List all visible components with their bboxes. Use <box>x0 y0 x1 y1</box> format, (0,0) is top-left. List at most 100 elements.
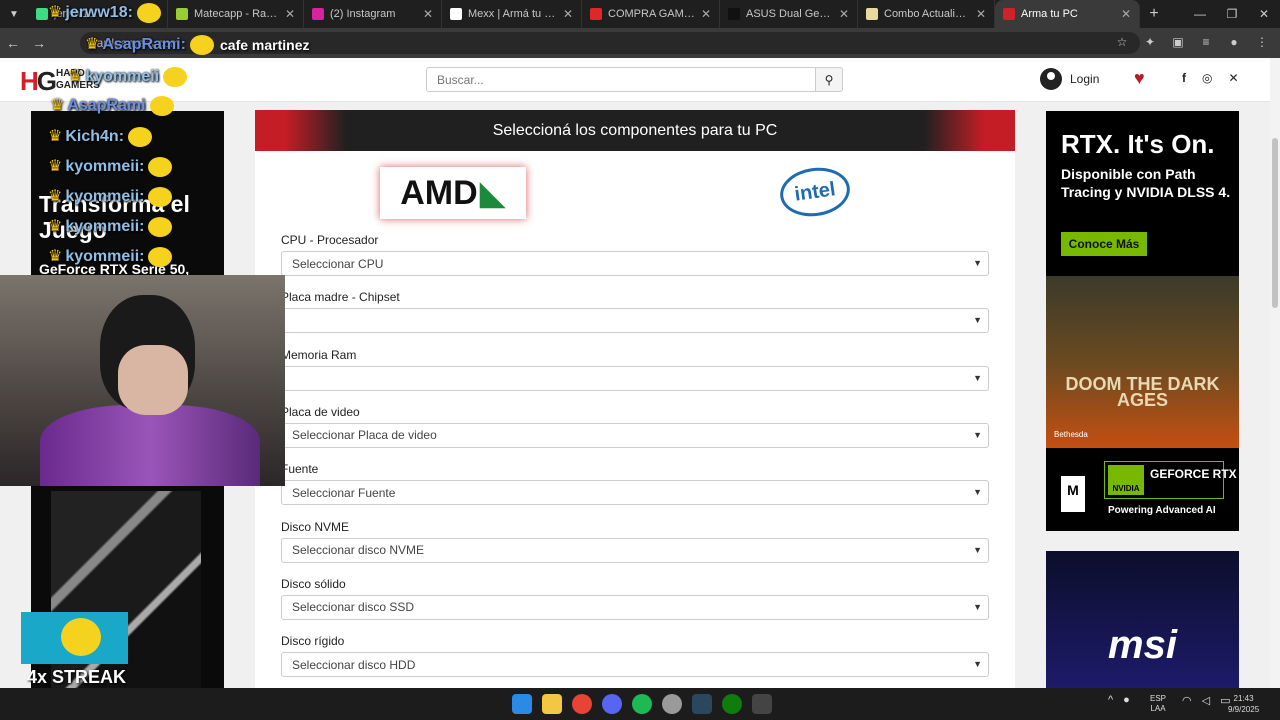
facebook-icon[interactable]: f <box>1182 71 1186 85</box>
more-menu-icon[interactable]: ⋮ <box>1254 34 1270 50</box>
tab-label: COMPRA GAMER <box>608 8 695 20</box>
component-select[interactable]: ▼ <box>281 365 989 391</box>
select-value: Seleccionar disco HDD <box>292 657 416 672</box>
powering-ai-text: Powering Advanced AI <box>1108 505 1216 516</box>
wifi-icon[interactable]: ◠ <box>1182 694 1192 707</box>
back-icon[interactable]: ← <box>0 35 26 51</box>
crown-badge-icon: ♛ <box>48 188 63 205</box>
crown-badge-icon: ♛ <box>50 97 65 114</box>
tab-close-icon[interactable]: ✕ <box>1121 7 1131 21</box>
browser-tab[interactable]: (2) Instagram ✕ <box>304 0 442 28</box>
streamer-name: cafe martinez <box>220 37 310 53</box>
chevron-down-icon: ▼ <box>973 372 982 383</box>
clock-date: 9/9/2025 <box>1228 705 1260 714</box>
scrollbar-thumb[interactable] <box>1272 138 1278 308</box>
intel-brand-button[interactable]: intel <box>777 163 853 221</box>
minimize-icon[interactable]: — <box>1184 7 1216 21</box>
tab-label: Combo Actualización Ryz <box>884 8 970 20</box>
component-select[interactable]: Seleccionar disco NVME ▼ <box>281 537 989 563</box>
forward-icon[interactable]: → <box>26 35 52 51</box>
browser-tab[interactable]: COMPRA GAMER ✕ <box>582 0 720 28</box>
tab-close-icon[interactable]: ✕ <box>976 7 986 21</box>
tab-close-icon[interactable]: ✕ <box>839 7 849 21</box>
instagram-icon[interactable]: ◎ <box>1202 71 1212 85</box>
bookmark-star-icon[interactable]: ☆ <box>1114 34 1130 50</box>
page-scrollbar[interactable] <box>1270 58 1280 688</box>
user-icon <box>1040 68 1062 90</box>
chat-message: ♛ kyommeii <box>68 66 188 87</box>
clock[interactable]: 21:43 9/9/2025 <box>1228 693 1259 715</box>
windows-start-icon[interactable] <box>512 694 532 714</box>
streak-emote-icon <box>21 612 128 664</box>
amd-brand-button[interactable]: AMD ◣ <box>380 167 526 219</box>
emote-icon <box>148 246 173 267</box>
puzzle-icon[interactable]: ▣ <box>1170 34 1186 50</box>
app-icon[interactable] <box>752 694 772 714</box>
microphone-icon[interactable]: ● <box>1123 694 1130 706</box>
chat-message: ♛ kyommeii: <box>48 156 173 177</box>
taskbar-apps <box>512 694 772 714</box>
login-link[interactable]: Login <box>1040 68 1099 90</box>
reading-list-icon[interactable]: ≡ <box>1198 34 1214 50</box>
pc-builder-panel: Seleccioná los componentes para tu PC AM… <box>255 110 1015 690</box>
windows-taskbar: ^ ● ESP LAA ◠ ◁ ▭ 21:43 9/9/2025 <box>0 688 1280 720</box>
field-label: Disco rígido <box>281 634 345 649</box>
browser-tab[interactable]: Mexx | Armá tu PC ✕ <box>442 0 582 28</box>
close-window-icon[interactable]: ✕ <box>1248 7 1280 21</box>
tab-favicon-icon <box>450 8 462 20</box>
chevron-down-icon: ▼ <box>973 258 982 268</box>
language-indicator[interactable]: ESP LAA <box>1150 694 1166 714</box>
component-select[interactable]: Seleccionar Fuente ▼ <box>281 480 989 506</box>
restore-icon[interactable]: ❐ <box>1216 7 1248 21</box>
component-select[interactable]: Seleccionar disco SSD ▼ <box>281 594 989 620</box>
tab-close-icon[interactable]: ✕ <box>285 7 295 21</box>
select-value: Seleccionar Placa de video <box>292 428 437 443</box>
discord-icon[interactable] <box>602 694 622 714</box>
profile-icon[interactable]: ● <box>1226 34 1242 50</box>
chat-username: kyommeii: <box>65 218 145 235</box>
component-select[interactable]: ▼ <box>281 308 989 334</box>
tab-search-icon[interactable]: ▼ <box>0 0 28 28</box>
steam-icon[interactable] <box>692 694 712 714</box>
obs-icon[interactable] <box>662 694 682 714</box>
new-tab-button[interactable]: + <box>1140 5 1168 23</box>
tab-close-icon[interactable]: ✕ <box>423 7 433 21</box>
component-select[interactable]: Seleccionar disco HDD ▼ <box>281 652 989 678</box>
component-select[interactable]: Seleccionar Placa de video ▼ <box>281 422 989 448</box>
doom-title: DOOM THE DARK AGES <box>1065 374 1220 410</box>
browser-tab[interactable]: ASUS Dual GeForce RTX 5 ✕ <box>720 0 858 28</box>
crown-badge-icon: ♛ <box>48 218 63 235</box>
spotify-icon[interactable] <box>632 694 652 714</box>
volume-icon[interactable]: ◁ <box>1202 694 1210 707</box>
chrome-icon[interactable] <box>572 694 592 714</box>
conoce-mas-button[interactable]: Conoce Más <box>1061 232 1147 256</box>
chat-username: kyommeii <box>85 68 160 85</box>
search-input[interactable]: Buscar... <box>426 67 816 92</box>
browser-tab[interactable]: Arma tu PC ✕ <box>995 0 1140 28</box>
tab-close-icon[interactable]: ✕ <box>563 7 573 21</box>
search-button[interactable]: ⚲ <box>815 67 843 92</box>
chat-username: AsapRami: <box>102 36 186 53</box>
nvidia-rtx-ad[interactable]: RTX. It's On. Disponible con Path Tracin… <box>1046 111 1239 531</box>
extension-icon[interactable]: ✦ <box>1142 34 1158 50</box>
browser-tab[interactable]: Matecapp - Ranking y Ra ✕ <box>168 0 304 28</box>
file-explorer-icon[interactable] <box>542 694 562 714</box>
tab-label: Matecapp - Ranking y Ra <box>194 8 279 20</box>
chat-message: ♛ kyommeii: <box>48 246 173 267</box>
xbox-icon[interactable] <box>722 694 742 714</box>
chevron-down-icon: ▼ <box>973 544 982 555</box>
system-tray: ^ ● <box>1108 694 1130 706</box>
component-select[interactable]: Seleccionar CPU ▼ <box>281 251 989 276</box>
tab-label: Mexx | Armá tu PC <box>468 8 557 20</box>
browser-tab[interactable]: Combo Actualización Ryz ✕ <box>858 0 995 28</box>
favorites-heart-icon[interactable]: ♥ <box>1134 68 1145 89</box>
tab-close-icon[interactable]: ✕ <box>701 7 711 21</box>
chat-message: ♛ kyommeii: <box>48 186 173 207</box>
chat-message: ♛ Kich4n: <box>48 126 153 147</box>
logo-mark: HG <box>20 66 57 96</box>
field-label: Disco NVME <box>281 519 350 534</box>
msi-ad[interactable]: msi <box>1046 551 1239 688</box>
tab-favicon-icon <box>176 8 188 20</box>
tray-chevron-icon[interactable]: ^ <box>1108 694 1113 706</box>
twitter-icon[interactable]: ✕ <box>1228 71 1238 85</box>
